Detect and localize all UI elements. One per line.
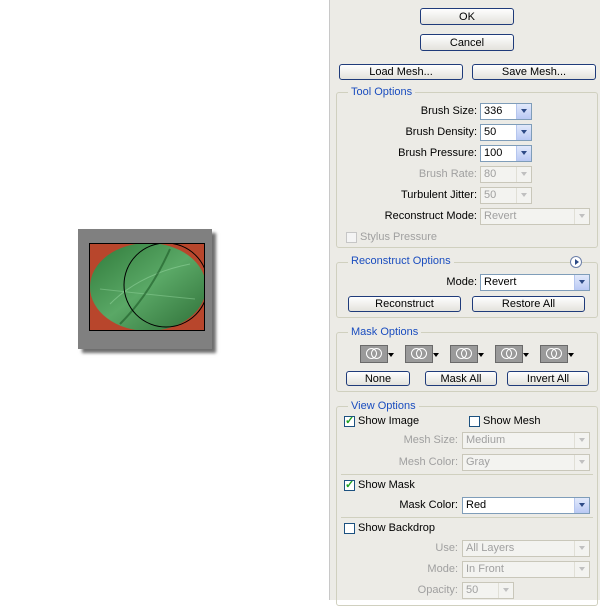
view-options-title: View Options <box>348 400 419 412</box>
show-image-checkbox[interactable] <box>344 414 355 427</box>
chevron-down-icon <box>516 188 531 203</box>
mask-color-select[interactable]: Red <box>462 497 590 514</box>
mask-color-value: Red <box>466 499 487 511</box>
save-mesh-button[interactable]: Save Mesh... <box>472 64 596 80</box>
canvas-area[interactable] <box>0 0 329 600</box>
options-flyout-icon[interactable] <box>570 256 582 268</box>
brush-rate-label: Brush Rate: <box>418 168 477 180</box>
chevron-down-icon <box>574 562 589 577</box>
use-select: All Layers <box>462 540 590 557</box>
chevron-down-icon <box>574 209 589 224</box>
divider <box>341 517 593 518</box>
mesh-size-select: Medium <box>462 432 590 449</box>
chevron-down-icon <box>516 167 531 182</box>
tool-options-title: Tool Options <box>348 86 416 98</box>
ok-button[interactable]: OK <box>420 8 514 25</box>
mask-color-label: Mask Color: <box>399 499 458 511</box>
reconstruct-mode-value: Revert <box>484 210 517 222</box>
reconstruct-mode-dropdown[interactable]: Revert <box>480 274 590 291</box>
chevron-down-icon <box>574 541 589 556</box>
brush-pressure-value: 100 <box>484 147 503 159</box>
mask-options-title: Mask Options <box>348 326 422 338</box>
brush-pressure-label: Brush Pressure: <box>398 147 477 159</box>
invert-all-button[interactable]: Invert All <box>507 371 589 386</box>
brush-density-value: 50 <box>484 126 497 138</box>
reconstruct-mode-label: Reconstruct Mode: <box>384 210 477 222</box>
reconstruct-button[interactable]: Reconstruct <box>348 296 461 312</box>
brush-size-value: 336 <box>484 105 503 117</box>
reconstruct-mode-label-2: Mode: <box>446 276 477 288</box>
invert-selection-icon[interactable] <box>540 345 574 363</box>
brush-rate-value: 80 <box>484 168 497 180</box>
reconstruct-mode-select: Revert <box>480 208 590 225</box>
show-image-label: Show Image <box>358 415 420 427</box>
chevron-down-icon[interactable] <box>516 125 531 140</box>
turbulent-jitter-value: 50 <box>484 189 497 201</box>
divider <box>341 474 593 475</box>
use-label: Use: <box>435 542 458 554</box>
show-backdrop-label: Show Backdrop <box>358 522 436 534</box>
turbulent-jitter-label: Turbulent Jitter: <box>400 189 477 201</box>
stylus-pressure-checkbox <box>346 232 357 243</box>
intersect-with-selection-icon[interactable] <box>495 345 529 363</box>
mesh-size-value: Medium <box>466 434 506 446</box>
options-panel: OK Cancel Load Mesh... Save Mesh... Tool… <box>329 0 600 606</box>
preview-image <box>89 243 205 331</box>
mesh-color-label: Mesh Color: <box>398 456 458 468</box>
backdrop-mode-label: Mode: <box>427 563 458 575</box>
mesh-color-value: Gray <box>466 456 490 468</box>
reconstruct-mode-dropdown-value: Revert <box>484 276 517 288</box>
brush-density-field[interactable]: 50 <box>480 124 532 141</box>
cancel-button[interactable]: Cancel <box>420 34 514 51</box>
brush-rate-field: 80 <box>480 166 532 183</box>
chevron-down-icon <box>574 455 589 470</box>
mesh-color-select: Gray <box>462 454 590 471</box>
show-mask-label: Show Mask <box>358 479 415 491</box>
replace-selection-icon[interactable] <box>360 345 394 363</box>
brush-size-label: Brush Size: <box>420 105 477 117</box>
image-preview[interactable] <box>78 229 212 349</box>
show-mesh-checkbox[interactable] <box>469 416 480 427</box>
backdrop-mode-value: In Front <box>466 563 504 575</box>
chevron-down-icon <box>498 583 513 598</box>
turbulent-jitter-field: 50 <box>480 187 532 204</box>
chevron-down-icon[interactable] <box>516 104 531 119</box>
brush-size-field[interactable]: 336 <box>480 103 532 120</box>
load-mesh-button[interactable]: Load Mesh... <box>339 64 463 80</box>
reconstruct-options-title: Reconstruct Options <box>348 255 454 267</box>
liquify-preview-graphic <box>90 244 204 330</box>
opacity-value: 50 <box>466 584 479 596</box>
mask-none-button[interactable]: None <box>346 371 410 386</box>
chevron-down-icon[interactable] <box>574 275 589 290</box>
chevron-down-icon[interactable] <box>574 498 589 513</box>
stylus-pressure-label: Stylus Pressure <box>360 231 438 243</box>
add-to-selection-icon[interactable] <box>405 345 439 363</box>
mesh-size-label: Mesh Size: <box>403 434 458 446</box>
show-backdrop-checkbox[interactable] <box>344 523 355 534</box>
subtract-from-selection-icon[interactable] <box>450 345 484 363</box>
opacity-field: 50 <box>462 582 514 599</box>
restore-all-button[interactable]: Restore All <box>472 296 585 312</box>
chevron-down-icon <box>574 433 589 448</box>
brush-density-label: Brush Density: <box>405 126 477 138</box>
backdrop-mode-select: In Front <box>462 561 590 578</box>
show-mask-checkbox[interactable] <box>344 478 355 491</box>
brush-pressure-field[interactable]: 100 <box>480 145 532 162</box>
chevron-down-icon[interactable] <box>516 146 531 161</box>
use-value: All Layers <box>466 542 515 554</box>
show-mesh-label: Show Mesh <box>483 415 541 427</box>
opacity-label: Opacity: <box>417 584 458 596</box>
mask-all-button[interactable]: Mask All <box>425 371 497 386</box>
